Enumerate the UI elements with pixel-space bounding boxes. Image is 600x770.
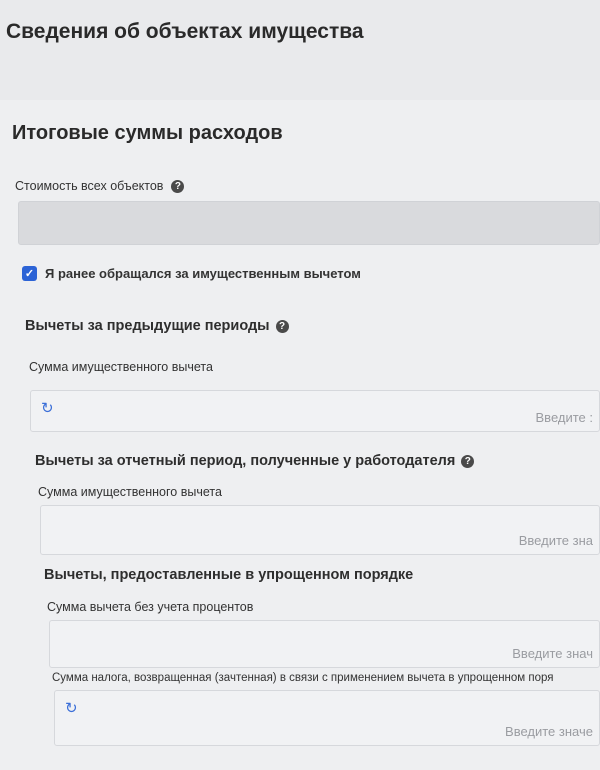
previous-periods-title-text: Вычеты за предыдущие периоды bbox=[25, 318, 270, 334]
simplified-field1-placeholder: Введите знач bbox=[512, 646, 593, 661]
simplified-field1-label: Сумма вычета без учета процентов bbox=[47, 600, 254, 614]
check-icon: ✓ bbox=[24, 268, 35, 280]
previous-deduction-checkbox-row[interactable]: ✓ Я ранее обращался за имущественным выч… bbox=[22, 266, 361, 281]
employer-period-deduction-input[interactable]: Введите зна bbox=[40, 505, 600, 555]
previous-periods-placeholder: Введите : bbox=[535, 410, 593, 425]
help-icon[interactable]: ? bbox=[461, 454, 475, 468]
employer-period-placeholder: Введите зна bbox=[518, 533, 593, 548]
simplified-tax-returned-input[interactable]: ↻ Введите значе bbox=[54, 690, 600, 746]
help-icon[interactable]: ? bbox=[171, 179, 185, 193]
employer-period-title-text: Вычеты за отчетный период, полученные у … bbox=[35, 453, 456, 469]
employer-period-field-label: Сумма имущественного вычета bbox=[38, 485, 222, 499]
previous-deduction-checkbox-label: Я ранее обращался за имущественным вычет… bbox=[45, 266, 361, 281]
previous-periods-field-label: Сумма имущественного вычета bbox=[29, 360, 213, 374]
simplified-deduction-input[interactable]: Введите знач bbox=[49, 620, 600, 668]
previous-periods-title: Вычеты за предыдущие периоды ? bbox=[25, 318, 289, 334]
totals-title: Итоговые суммы расходов bbox=[12, 122, 283, 144]
reset-icon[interactable]: ↻ bbox=[65, 701, 81, 717]
previous-periods-deduction-input[interactable]: ↻ Введите : bbox=[30, 390, 600, 432]
previous-deduction-checkbox[interactable]: ✓ bbox=[22, 266, 37, 281]
all-objects-cost-label-text: Стоимость всех объектов bbox=[15, 179, 164, 193]
help-icon[interactable]: ? bbox=[275, 319, 289, 333]
all-objects-cost-label: Стоимость всех объектов ? bbox=[15, 179, 185, 193]
page-title: Сведения об объектах имущества bbox=[6, 20, 364, 43]
all-objects-cost-field bbox=[18, 201, 600, 245]
simplified-field2-placeholder: Введите значе bbox=[505, 724, 593, 739]
simplified-title: Вычеты, предоставленные в упрощенном пор… bbox=[44, 567, 414, 583]
employer-period-title: Вычеты за отчетный период, полученные у … bbox=[35, 453, 475, 469]
reset-icon[interactable]: ↻ bbox=[41, 401, 57, 417]
simplified-field2-label: Сумма налога, возвращенная (зачтенная) в… bbox=[52, 672, 554, 684]
